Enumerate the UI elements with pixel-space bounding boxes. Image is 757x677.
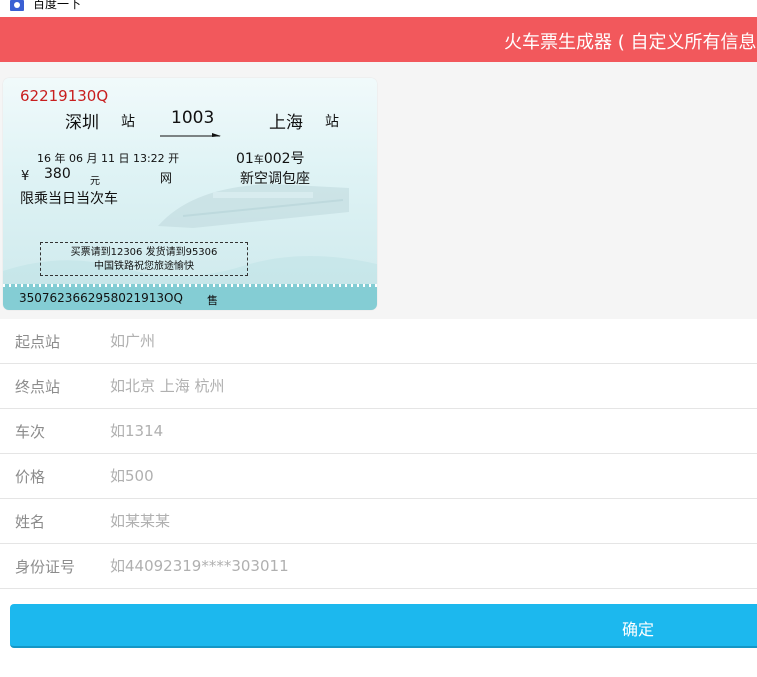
form-row-id-number: 身份证号	[0, 544, 757, 589]
ticket-notice-box: 买票请到12306 发货请到95306 中国铁路祝您旅途愉快	[40, 242, 248, 276]
ticket-seat-class: 新空调包座	[240, 171, 310, 187]
ticket-yen-sign: ¥	[21, 169, 30, 184]
form-row-price: 价格	[0, 454, 757, 499]
ticket-serial-number: 3507623662958021913OQ	[19, 291, 183, 305]
train-ticket: 62219130Q 深圳 站 1003 上海 站 16 年 06 月 11 日 …	[3, 78, 377, 310]
ticket-datetime: 16 年 06 月 11 日 13:22 开	[37, 152, 180, 165]
ticket-to-station: 上海	[269, 113, 303, 133]
ticket-bottom-band: 3507623662958021913OQ 售	[3, 284, 377, 310]
ticket-notice-line-1: 买票请到12306 发货请到95306	[70, 247, 218, 258]
form-row-name: 姓名	[0, 499, 757, 544]
ticket-yuan: 元	[90, 176, 100, 187]
ticket-to-suffix: 站	[325, 114, 339, 130]
form-row-start-station: 起点站	[0, 319, 757, 364]
ticket-online-mark: 网	[160, 171, 173, 185]
start-station-label: 起点站	[15, 333, 61, 351]
ticket-from-suffix: 站	[121, 114, 135, 130]
form-row-end-station: 终点站	[0, 364, 757, 409]
ticket-perforation	[3, 284, 377, 287]
ticket-from-station: 深圳	[65, 113, 99, 133]
ticket-preview-area: 62219130Q 深圳 站 1003 上海 站 16 年 06 月 11 日 …	[0, 62, 757, 319]
price-input[interactable]	[110, 460, 750, 492]
ticket-train-number: 1003	[171, 108, 215, 128]
confirm-button[interactable]: 确定	[10, 604, 757, 648]
ticket-car-suffix: 车	[253, 155, 264, 166]
ticket-form: 起点站 终点站 车次 价格 姓名 身份证号	[0, 319, 757, 589]
page-header: 火车票生成器 ( 自定义所有信息	[0, 17, 757, 62]
id-number-input[interactable]	[110, 550, 750, 582]
ticket-sell-mark: 售	[207, 294, 218, 307]
train-number-label: 车次	[15, 423, 46, 441]
bookmark-label[interactable]: 百度一下	[33, 0, 81, 12]
ticket-notice-line-2: 中国铁路祝您旅途愉快	[94, 261, 194, 272]
ticket-price: 380	[44, 166, 71, 182]
price-label: 价格	[15, 468, 46, 486]
id-number-label: 身份证号	[15, 558, 76, 576]
name-input[interactable]	[110, 505, 750, 537]
train-number-input[interactable]	[110, 415, 750, 447]
end-station-input[interactable]	[110, 370, 750, 402]
ticket-code: 62219130Q	[20, 87, 109, 105]
baidu-paw-icon	[10, 0, 24, 11]
confirm-button-label: 确定	[622, 620, 655, 639]
direction-arrow-icon	[160, 133, 221, 137]
start-station-input[interactable]	[110, 325, 750, 357]
browser-bookmark-bar: 百度一下	[0, 0, 757, 17]
ticket-seat-number: 002号	[263, 151, 305, 167]
form-row-train-number: 车次	[0, 409, 757, 454]
end-station-label: 终点站	[15, 378, 61, 396]
ticket-seat: 01车002号	[236, 148, 305, 168]
name-label: 姓名	[15, 513, 46, 531]
ticket-car-number: 01	[236, 151, 254, 167]
page-title: 火车票生成器 ( 自定义所有信息	[504, 32, 757, 53]
ticket-limit-text: 限乘当日当次车	[20, 191, 118, 207]
